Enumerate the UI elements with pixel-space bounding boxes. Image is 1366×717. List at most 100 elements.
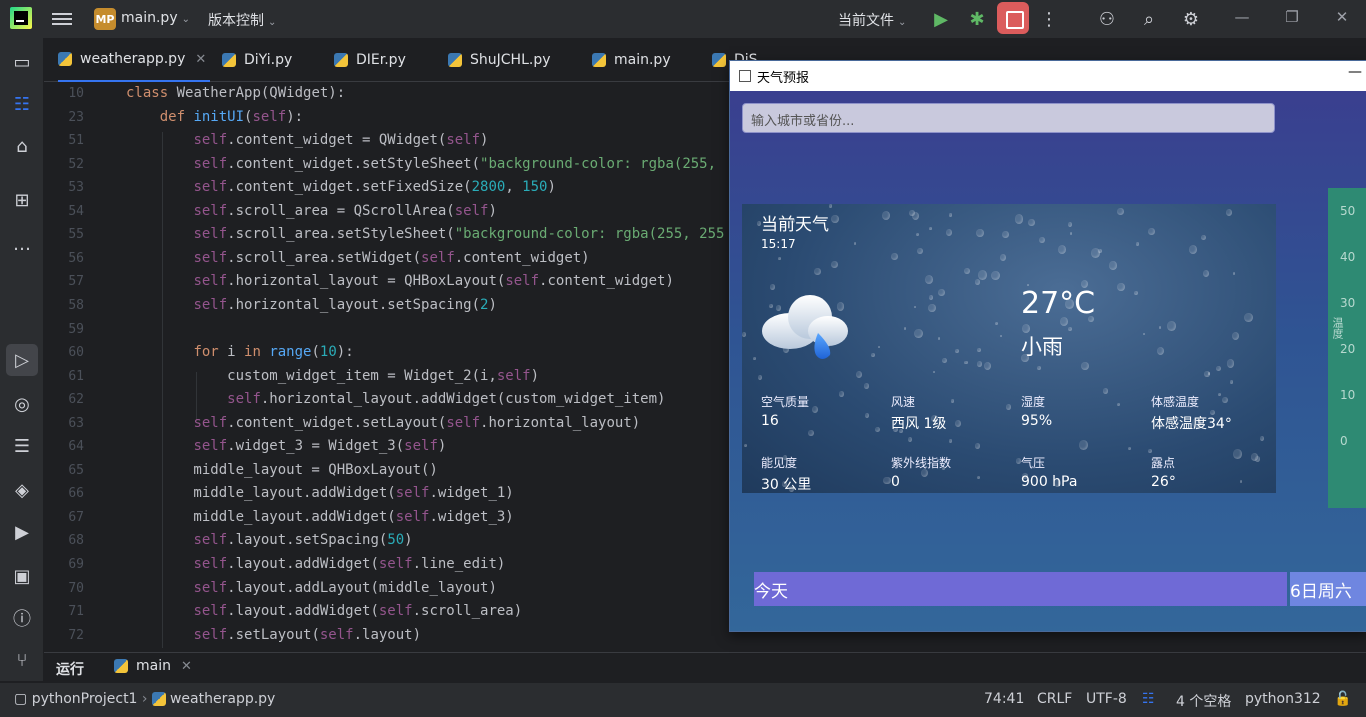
plugins-icon[interactable]: ⊞ bbox=[10, 188, 34, 212]
close-icon[interactable]: ✕ bbox=[1332, 8, 1352, 28]
python-console-icon[interactable]: ◎ bbox=[10, 392, 34, 416]
todo-list-icon[interactable]: ☰ bbox=[10, 434, 34, 458]
run-tool-icon[interactable]: ▷ bbox=[6, 344, 38, 376]
code-line[interactable]: self.scroll_area = QScrollArea(self) bbox=[126, 203, 496, 219]
code-line[interactable]: self.scroll_area.setStyleSheet("backgrou… bbox=[126, 226, 724, 242]
axis-tick-label: 0 bbox=[1340, 434, 1348, 448]
vcs-label: 版本控制 bbox=[208, 13, 264, 29]
structure-icon[interactable]: ☷ bbox=[1142, 691, 1155, 707]
stop-button[interactable] bbox=[997, 2, 1029, 34]
python-interpreter[interactable]: python312 bbox=[1245, 691, 1321, 707]
day-item[interactable]: 6日周六 bbox=[1290, 572, 1366, 606]
run-tab-main[interactable]: main ✕ bbox=[114, 658, 192, 674]
rain-drop bbox=[1233, 449, 1242, 459]
code-line[interactable]: self.content_widget.setStyleSheet("backg… bbox=[126, 156, 716, 172]
rain-drop bbox=[1134, 291, 1138, 296]
minimize-icon[interactable]: — bbox=[1348, 64, 1362, 80]
code-line[interactable]: self.horizontal_layout.setSpacing(2) bbox=[126, 297, 496, 313]
tab-shujchl[interactable]: ShuJCHL.py bbox=[448, 38, 551, 82]
code-line[interactable]: self.content_widget.setFixedSize(2800, 1… bbox=[126, 179, 555, 195]
city-search-input[interactable]: 输入城市或省份... bbox=[742, 103, 1275, 133]
tab-weatherapp[interactable]: weatherapp.py ✕ bbox=[58, 38, 210, 82]
code-line[interactable]: def initUI(self): bbox=[126, 109, 303, 125]
rain-drop bbox=[1078, 440, 1088, 451]
restore-icon[interactable]: ❐ bbox=[1282, 8, 1302, 28]
rain-drop bbox=[975, 228, 984, 238]
learn-icon[interactable]: ⌂ bbox=[10, 134, 34, 158]
layers-icon[interactable]: ◈ bbox=[10, 478, 34, 502]
rain-drop bbox=[1226, 359, 1235, 368]
terminal-icon[interactable]: ▣ bbox=[10, 564, 34, 588]
rain-drop bbox=[924, 274, 933, 284]
indent-setting[interactable]: 4 个空格 bbox=[1176, 691, 1231, 711]
python-file-icon bbox=[592, 53, 606, 67]
close-icon[interactable]: ✕ bbox=[181, 659, 192, 674]
rain-drop bbox=[808, 430, 814, 436]
line-separator[interactable]: CRLF bbox=[1037, 691, 1072, 707]
python-file-icon bbox=[448, 53, 462, 67]
rain-drop bbox=[831, 261, 839, 269]
structure-icon[interactable]: ☷ bbox=[10, 92, 34, 116]
line-number: 52 bbox=[68, 156, 84, 172]
problems-icon[interactable]: ⓘ bbox=[10, 606, 34, 630]
rain-drop bbox=[1156, 347, 1164, 356]
tab-diyi[interactable]: DiYi.py bbox=[222, 38, 292, 82]
code-line[interactable]: self.setLayout(self.layout) bbox=[126, 627, 421, 643]
folder-icon[interactable]: ▭ bbox=[10, 50, 34, 74]
code-line[interactable]: class WeatherApp(QWidget): bbox=[126, 85, 345, 101]
lock-icon[interactable]: 🔓 bbox=[1334, 691, 1351, 707]
code-line[interactable]: self.scroll_area.setWidget(self.content_… bbox=[126, 250, 589, 266]
code-line[interactable]: self.horizontal_layout.addWidget(custom_… bbox=[126, 391, 665, 407]
code-line[interactable]: self.layout.addWidget(self.scroll_area) bbox=[126, 603, 522, 619]
debug-icon[interactable]: ✱ bbox=[964, 6, 990, 32]
code-line[interactable]: self.layout.setSpacing(50) bbox=[126, 532, 412, 548]
run-icon[interactable]: ▶ bbox=[928, 6, 954, 32]
gear-icon[interactable]: ⚙ bbox=[1178, 6, 1204, 32]
search-icon[interactable]: ⌕ bbox=[1136, 6, 1162, 32]
git-icon[interactable]: ⑂ bbox=[10, 648, 34, 672]
run-config-selector[interactable]: 当前文件 ⌄ bbox=[838, 10, 906, 30]
rain-drop bbox=[964, 268, 970, 275]
project-selector[interactable]: main.py ⌄ bbox=[121, 10, 190, 26]
code-line[interactable]: for i in range(10): bbox=[126, 344, 353, 360]
code-line[interactable]: self.layout.addWidget(self.line_edit) bbox=[126, 556, 505, 572]
rain-drop bbox=[864, 412, 870, 418]
code-line[interactable]: self.content_widget.setLayout(self.horiz… bbox=[126, 415, 640, 431]
code-line[interactable]: self.widget_3 = Widget_3(self) bbox=[126, 438, 446, 454]
code-line[interactable]: self.horizontal_layout = QHBoxLayout(sel… bbox=[126, 273, 673, 289]
more-tools-icon[interactable]: … bbox=[10, 232, 34, 256]
tab-dier[interactable]: DIEr.py bbox=[334, 38, 406, 82]
day-label: 6日周六 bbox=[1290, 581, 1352, 602]
rain-drop bbox=[991, 271, 1000, 281]
rain-drop bbox=[914, 328, 923, 339]
close-icon[interactable]: ✕ bbox=[195, 52, 206, 67]
breadcrumb[interactable]: ▢ pythonProject1 › weatherapp.py bbox=[14, 691, 275, 707]
day-item-today[interactable]: 今天 bbox=[754, 572, 1287, 606]
rain-drop bbox=[1218, 392, 1222, 396]
rain-drop bbox=[1081, 362, 1089, 370]
line-number: 63 bbox=[68, 415, 84, 431]
code-line[interactable]: self.content_widget = QWidget(self) bbox=[126, 132, 488, 148]
stat-value: 26° bbox=[1151, 474, 1176, 490]
vcs-menu[interactable]: 版本控制 ⌄ bbox=[208, 10, 276, 30]
main-menu-icon[interactable] bbox=[52, 10, 72, 26]
line-number: 65 bbox=[68, 462, 84, 478]
code-line[interactable]: middle_layout.addWidget(self.widget_3) bbox=[126, 509, 513, 525]
code-line[interactable]: self.layout.addLayout(middle_layout) bbox=[126, 580, 496, 596]
caret-position[interactable]: 74:41 bbox=[984, 691, 1024, 707]
rain-drop bbox=[1116, 207, 1124, 216]
line-number: 64 bbox=[68, 439, 84, 455]
more-actions-icon[interactable]: ⋮ bbox=[1036, 6, 1062, 32]
rain-drop bbox=[753, 357, 756, 360]
code-line[interactable]: custom_widget_item = Widget_2(i,self) bbox=[126, 368, 539, 384]
project-badge[interactable]: MP bbox=[94, 8, 116, 30]
file-encoding[interactable]: UTF-8 bbox=[1086, 691, 1127, 707]
rain-drop bbox=[1109, 261, 1117, 270]
minimize-icon[interactable]: — bbox=[1232, 8, 1252, 28]
stat-value: 体感温度34° bbox=[1151, 416, 1232, 432]
services-icon[interactable]: ▶ bbox=[10, 520, 34, 544]
add-user-icon[interactable]: ⚇ bbox=[1094, 6, 1120, 32]
code-line[interactable]: middle_layout.addWidget(self.widget_1) bbox=[126, 485, 513, 501]
code-line[interactable]: middle_layout = QHBoxLayout() bbox=[126, 462, 437, 478]
tab-main[interactable]: main.py bbox=[592, 38, 671, 82]
